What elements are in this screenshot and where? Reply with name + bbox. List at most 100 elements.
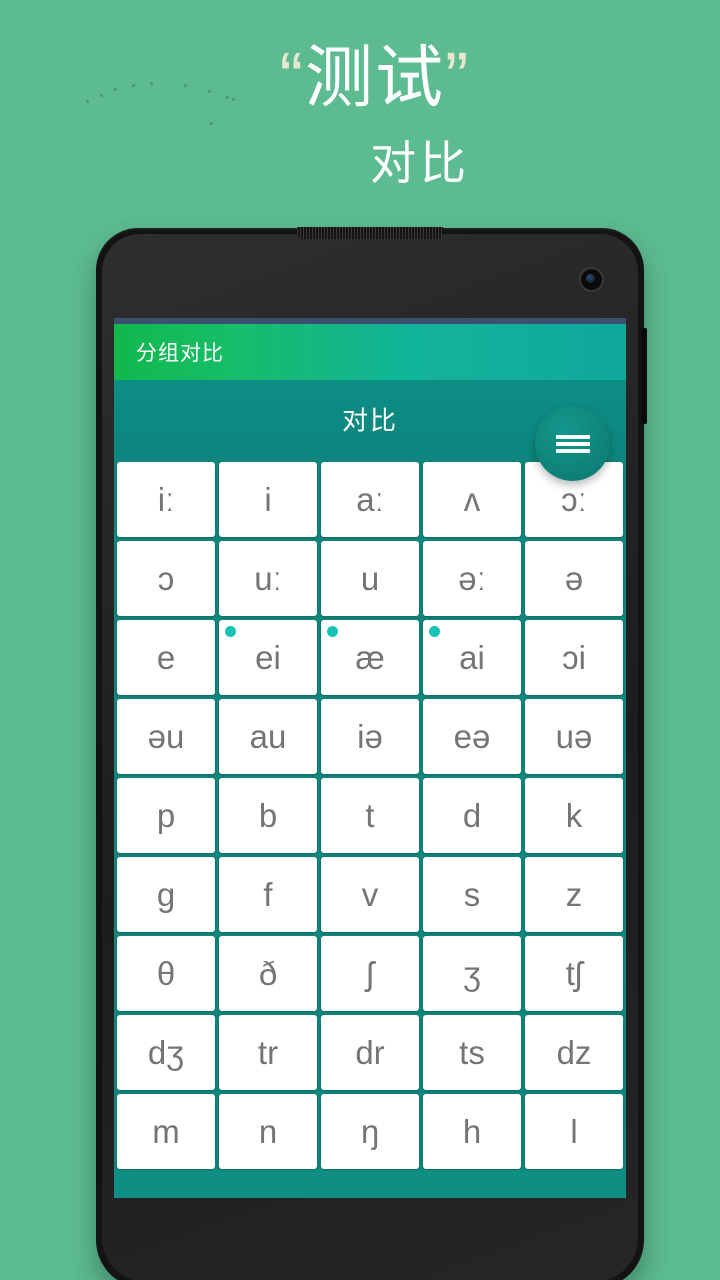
phone-device: 分组对比 对比 iː i aː ʌ ɔː ɔ uː u əː ə e ei æ ai ɔi əu au iə eə u… bbox=[96, 227, 647, 1280]
phonetic-cell[interactable]: uə bbox=[525, 699, 623, 774]
phone-screen: 分组对比 对比 iː i aː ʌ ɔː ɔ uː u əː ə e ei æ ai ɔi əu au iə eə u… bbox=[114, 318, 626, 1198]
phonetic-cell-label: f bbox=[263, 876, 273, 913]
front-camera-icon bbox=[581, 269, 602, 290]
phonetic-cell-label: θ bbox=[156, 955, 176, 992]
hamburger-menu-icon-bar-2 bbox=[555, 442, 590, 446]
promo-header: “测试” 对比 bbox=[0, 0, 720, 225]
app-bar-title: 分组对比 bbox=[136, 342, 224, 365]
phonetic-cell-label: au bbox=[249, 718, 287, 755]
phonetic-cell[interactable]: t bbox=[321, 778, 419, 853]
earpiece-speaker-icon bbox=[297, 227, 443, 239]
promo-subline: 对比 bbox=[370, 137, 470, 189]
phonetic-cell[interactable]: ŋ bbox=[321, 1094, 419, 1169]
phonetic-grid-row: əu au iə eə uə bbox=[117, 699, 623, 774]
phonetic-cell-label: ʃ bbox=[366, 955, 374, 992]
phonetic-cell-label: h bbox=[462, 1113, 482, 1150]
phonetic-grid-row: ɔ uː u əː ə bbox=[117, 541, 623, 616]
phonetic-cell[interactable]: e bbox=[117, 620, 215, 695]
phonetic-cell[interactable]: k bbox=[525, 778, 623, 853]
phonetic-cell[interactable]: ʌ bbox=[423, 462, 521, 537]
phonetic-cell-label: g bbox=[156, 876, 176, 913]
phonetic-cell[interactable]: ei bbox=[219, 620, 317, 695]
selected-badge-dot-icon bbox=[429, 626, 440, 637]
phonetic-cell-label: ei bbox=[255, 639, 281, 676]
hamburger-menu-icon-bar-1 bbox=[555, 435, 590, 439]
phonetic-cell[interactable]: au bbox=[219, 699, 317, 774]
screenshot-stage: “测试” 对比 分组对比 对比 iː i aː ʌ ɔː ɔ uː u əː ə e ei æ ai ɔi ə… bbox=[0, 0, 720, 1280]
phonetic-cell[interactable]: v bbox=[321, 857, 419, 932]
menu-fab-button[interactable] bbox=[535, 406, 610, 481]
phonetic-cell-label: tʃ bbox=[565, 955, 583, 992]
phonetic-cell-label: dʒ bbox=[147, 1034, 185, 1071]
phonetic-cell-label: ŋ bbox=[360, 1113, 380, 1150]
phonetic-cell-label: l bbox=[570, 1113, 578, 1150]
phonetic-cell[interactable]: ə bbox=[525, 541, 623, 616]
phonetic-cell[interactable]: ɔ bbox=[117, 541, 215, 616]
promo-headline: “测试” bbox=[0, 42, 720, 112]
phonetic-cell[interactable]: əu bbox=[117, 699, 215, 774]
phonetic-cell[interactable]: θ bbox=[117, 936, 215, 1011]
phonetic-cell[interactable]: f bbox=[219, 857, 317, 932]
phonetic-cell-label: əː bbox=[458, 560, 486, 597]
phonetic-cell[interactable]: ʒ bbox=[423, 936, 521, 1011]
phonetic-cell-label: dr bbox=[355, 1034, 385, 1071]
phonetic-cell-label: e bbox=[156, 639, 176, 676]
selected-badge-dot-icon bbox=[327, 626, 338, 637]
phonetic-cell[interactable]: ð bbox=[219, 936, 317, 1011]
phonetic-cell-label: ɔ bbox=[157, 560, 175, 597]
phonetic-cell[interactable]: ɔi bbox=[525, 620, 623, 695]
phonetic-grid-row: mnŋhl bbox=[117, 1094, 623, 1169]
phonetic-grid-row: g f vsz bbox=[117, 857, 623, 932]
phonetic-cell[interactable]: aː bbox=[321, 462, 419, 537]
phonetic-cell[interactable]: dr bbox=[321, 1015, 419, 1090]
phonetic-cell-label: m bbox=[152, 1113, 180, 1150]
phonetic-cell[interactable]: ts bbox=[423, 1015, 521, 1090]
phonetic-cell[interactable]: z bbox=[525, 857, 623, 932]
phonetic-cell[interactable]: n bbox=[219, 1094, 317, 1169]
section-bar: 对比 bbox=[114, 380, 626, 481]
phonetic-cell[interactable]: d bbox=[423, 778, 521, 853]
phonetic-cell[interactable]: dʒ bbox=[117, 1015, 215, 1090]
phonetic-cell[interactable]: u bbox=[321, 541, 419, 616]
app-bar: 分组对比 bbox=[114, 324, 626, 380]
power-button[interactable] bbox=[642, 328, 647, 424]
phonetic-cell-label: iː bbox=[157, 481, 175, 518]
phonetic-cell-label: ð bbox=[258, 955, 278, 992]
phonetic-cell-label: uː bbox=[254, 560, 282, 597]
phonetic-cell-label: ts bbox=[459, 1034, 485, 1071]
phonetic-cell-label: uə bbox=[555, 718, 593, 755]
phonetic-grid-row: iː i aː ʌ ɔː bbox=[117, 462, 623, 537]
phonetic-cell[interactable]: iə bbox=[321, 699, 419, 774]
phonetic-cell[interactable]: s bbox=[423, 857, 521, 932]
open-quote-mark: “ bbox=[279, 38, 305, 116]
phonetic-cell-label: p bbox=[156, 797, 176, 834]
phonetic-cell[interactable]: g bbox=[117, 857, 215, 932]
phonetic-cell-label: d bbox=[462, 797, 482, 834]
phonetic-cell[interactable]: b bbox=[219, 778, 317, 853]
phonetic-cell[interactable]: p bbox=[117, 778, 215, 853]
phonetic-cell[interactable]: tr bbox=[219, 1015, 317, 1090]
phonetic-cell[interactable]: dz bbox=[525, 1015, 623, 1090]
phonetic-cell[interactable]: iː bbox=[117, 462, 215, 537]
phonetic-cell-label: ʌ bbox=[463, 481, 481, 518]
phonetic-cell[interactable]: ʃ bbox=[321, 936, 419, 1011]
phonetic-cell[interactable]: ai bbox=[423, 620, 521, 695]
phonetic-cell[interactable]: uː bbox=[219, 541, 317, 616]
phonetic-cell[interactable]: m bbox=[117, 1094, 215, 1169]
phonetic-grid-row: e ei æ ai ɔi bbox=[117, 620, 623, 695]
phonetic-cell-label: ʒ bbox=[463, 955, 481, 992]
phonetic-cell[interactable]: eə bbox=[423, 699, 521, 774]
hamburger-menu-icon-bar-3 bbox=[555, 449, 590, 453]
phonetic-cell-label: æ bbox=[355, 639, 385, 676]
phonetic-cell-label: b bbox=[258, 797, 278, 834]
phonetic-symbol-grid: iː i aː ʌ ɔː ɔ uː u əː ə e ei æ ai ɔi əu au iə eə uə p b t d k g f… bbox=[114, 458, 626, 1169]
phonetic-cell[interactable]: l bbox=[525, 1094, 623, 1169]
phonetic-cell[interactable]: əː bbox=[423, 541, 521, 616]
phonetic-cell[interactable]: i bbox=[219, 462, 317, 537]
phonetic-grid-row: dʒ tr dr ts dz bbox=[117, 1015, 623, 1090]
phonetic-cell[interactable]: h bbox=[423, 1094, 521, 1169]
phonetic-cell-label: n bbox=[258, 1113, 278, 1150]
phonetic-cell[interactable]: tʃ bbox=[525, 936, 623, 1011]
selected-badge-dot-icon bbox=[225, 626, 236, 637]
phonetic-cell[interactable]: æ bbox=[321, 620, 419, 695]
